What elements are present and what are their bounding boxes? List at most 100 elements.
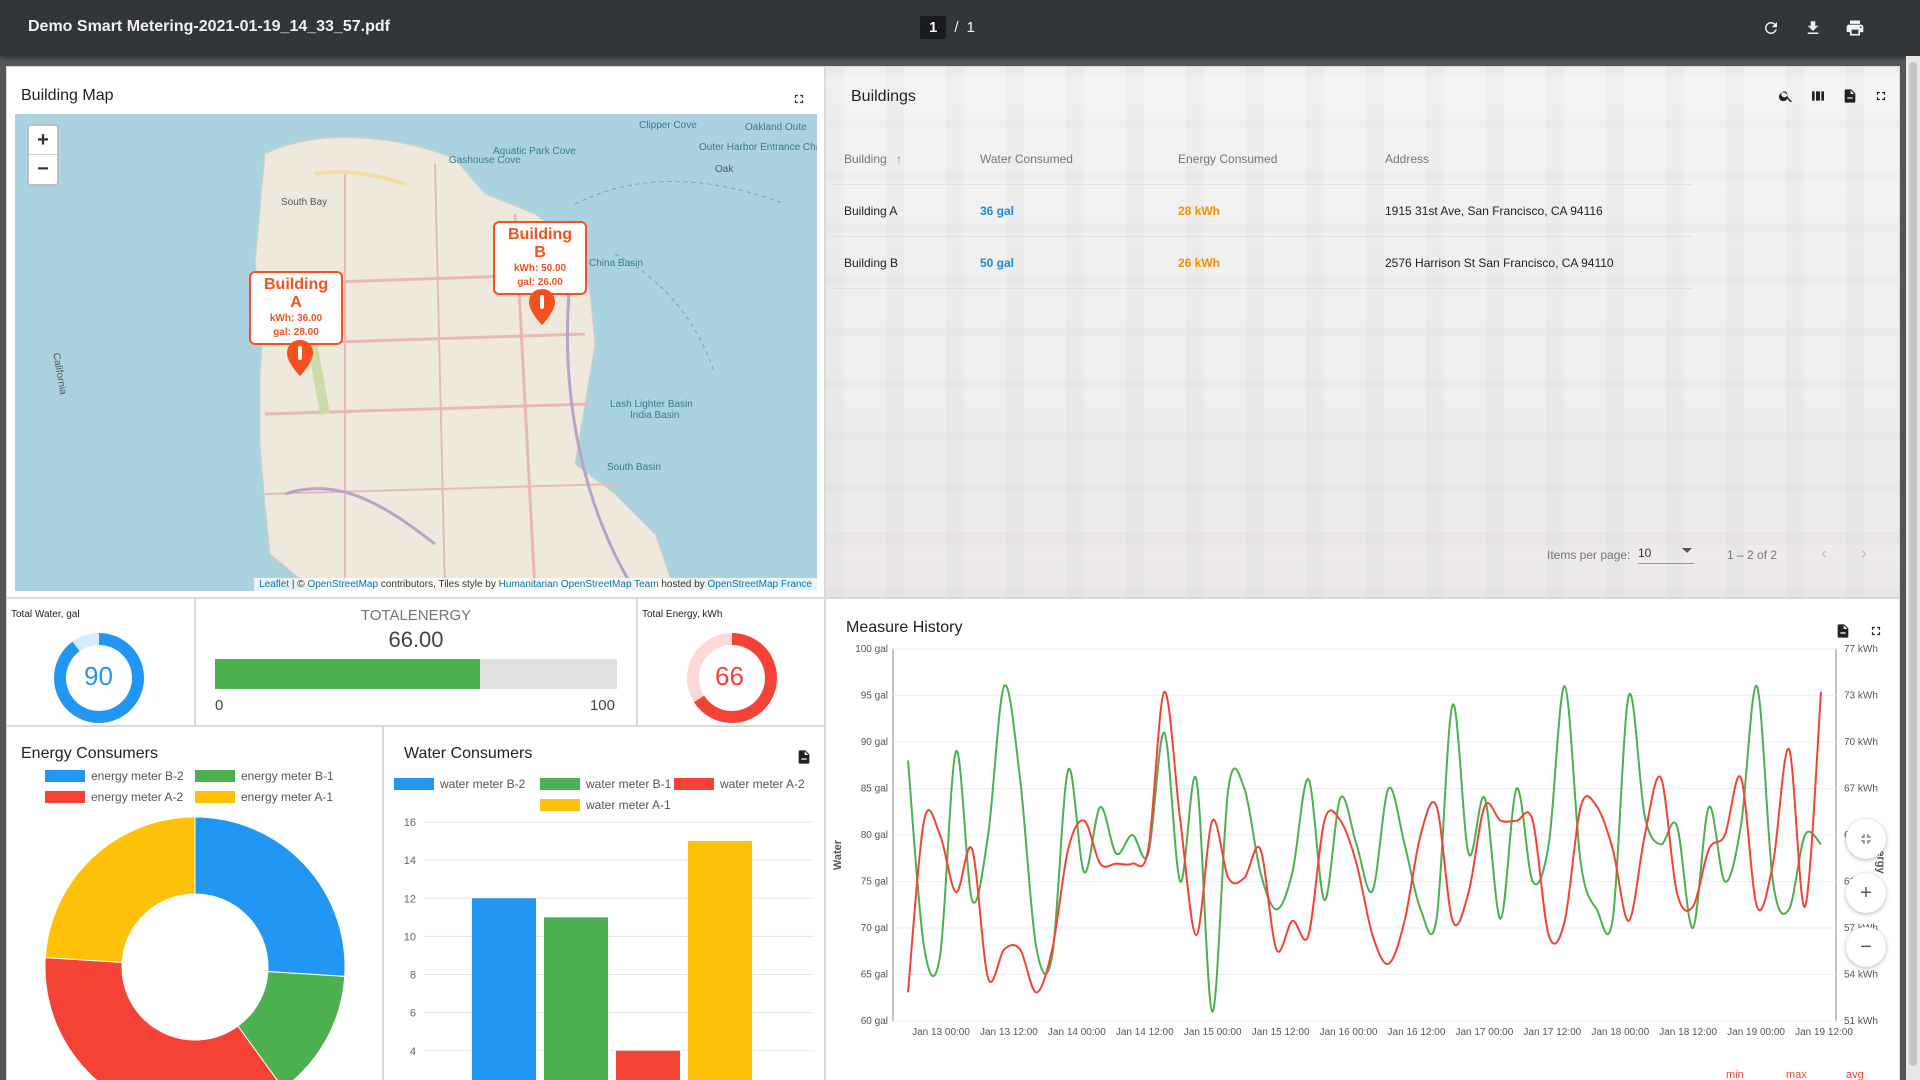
bar: [544, 917, 608, 1080]
table-row[interactable]: Building A 36 gal 28 kWh 1915 31st Ave, …: [832, 185, 1692, 237]
reset-zoom-button[interactable]: [1846, 819, 1886, 859]
total-water-value: 90: [84, 661, 113, 691]
table-fullscreen-button[interactable]: [1871, 86, 1891, 106]
rotate-button[interactable]: [1758, 15, 1784, 41]
column-header-water[interactable]: Water Consumed: [980, 152, 1073, 166]
search-icon: [1778, 91, 1792, 103]
map-fullscreen-button[interactable]: [789, 89, 809, 109]
marker-name: Building B: [508, 226, 572, 261]
map-place-label: Lash Lighter Basin: [610, 399, 693, 410]
measure-history-card: Measure History 100 gal 95 gal 90 gal 85 ga…: [825, 598, 1900, 1080]
y-tick-label: 90 gal: [861, 737, 888, 748]
total-energy-bar-title: TOTALENERGY: [360, 607, 472, 624]
footer-avg-label: avg: [1846, 1069, 1864, 1080]
y-tick-label: 14: [404, 855, 416, 867]
chevron-right-icon: [1862, 550, 1867, 558]
table-export-button[interactable]: [1840, 86, 1860, 106]
print-icon: [1846, 20, 1864, 36]
osm-link[interactable]: OpenStreetMap: [307, 579, 378, 590]
table-columns-button[interactable]: [1808, 86, 1828, 106]
progress-track: [215, 659, 617, 689]
map-marker-building-b[interactable]: [527, 287, 557, 332]
download-button[interactable]: [1800, 15, 1826, 41]
page-number-input[interactable]: 1: [920, 16, 947, 39]
column-header-energy[interactable]: Energy Consumed: [1178, 152, 1277, 166]
y-tick-label: 75 gal: [861, 877, 888, 888]
exit-fullscreen-icon: [1861, 834, 1871, 844]
marker-popup-building-a[interactable]: Building A kWh: 36.00 gal: 28.00: [249, 271, 343, 345]
total-energy-title: Total Energy, kWh: [642, 609, 723, 620]
hot-link[interactable]: Humanitarian OpenStreetMap Team: [499, 579, 659, 590]
cell-water: 36 gal: [980, 204, 1015, 218]
map-zoom-out-button[interactable]: −: [29, 155, 57, 184]
print-button[interactable]: [1842, 15, 1868, 41]
scrollbar-thumb[interactable]: [1909, 62, 1917, 1066]
osm-france-link[interactable]: OpenStreetMap France: [708, 579, 813, 590]
cell-energy: 26 kWh: [1178, 256, 1221, 270]
total-energy-card: Total Energy, kWh 66: [637, 598, 825, 726]
map-place-label: Clipper Cove: [639, 120, 697, 131]
y-tick-label: 60 gal: [861, 1016, 888, 1027]
map-pin-icon: [287, 340, 313, 376]
column-header-building[interactable]: Building ↑: [844, 152, 902, 166]
x-tick-label: Jan 17 12:00: [1523, 1027, 1581, 1038]
y2-tick-label: 51 kWh: [1844, 1016, 1878, 1027]
map-place-label: China Basin: [589, 258, 643, 269]
leaflet-link[interactable]: Leaflet: [259, 579, 289, 590]
items-per-page-select[interactable]: 10: [1638, 546, 1694, 564]
y-tick-label: 10: [404, 931, 416, 943]
energy-donut-chart: [44, 816, 346, 1080]
buildings-card: Buildings Building ↑ Water Consumed Ener…: [825, 66, 1900, 598]
chart-zoom-out-button[interactable]: −: [1846, 927, 1886, 967]
map-zoom-in-button[interactable]: +: [29, 126, 57, 155]
map-place-label: Outer Harbor Entrance Char: [699, 142, 817, 153]
y2-tick-label: 77 kWh: [1844, 644, 1878, 655]
cell-building: Building B: [844, 256, 899, 270]
marker-popup-building-b[interactable]: Building B kWh: 50.00 gal: 26.00: [493, 221, 587, 295]
map-place-label: Gashouse Cove: [449, 155, 521, 166]
buildings-title: Buildings: [851, 88, 916, 105]
total-water-title: Total Water, gal: [11, 609, 80, 620]
download-icon: [1807, 21, 1819, 34]
water-bar-chart: 161412108642: [404, 817, 814, 1080]
x-tick-label: Jan 19 00:00: [1727, 1027, 1785, 1038]
y-tick-label: 70 gal: [861, 923, 888, 934]
y-tick-label: 8: [410, 970, 416, 982]
y-tick-label: 85 gal: [861, 784, 888, 795]
map-view[interactable]: Clipper Cove Oakland Oute Outer Harbor E…: [15, 114, 817, 591]
map-place-label: South Basin: [607, 462, 661, 473]
page-total: 1: [966, 19, 975, 36]
previous-page-button[interactable]: [1814, 544, 1834, 564]
map-marker-building-a[interactable]: [285, 338, 315, 383]
x-tick-label: Jan 18 00:00: [1591, 1027, 1649, 1038]
y2-tick-label: 70 kWh: [1844, 737, 1878, 748]
cell-water: 50 gal: [980, 256, 1015, 270]
y-tick-label: 12: [404, 893, 416, 905]
x-tick-label: Jan 15 12:00: [1252, 1027, 1310, 1038]
attribution-text: | ©: [291, 579, 305, 590]
building-map-card: Building Map Clipper Cove Oakland Oute O…: [6, 66, 825, 598]
page-scrollbar[interactable]: [1906, 56, 1920, 1080]
items-per-page-label: Items per page:: [1547, 548, 1631, 562]
items-per-page-value: 10: [1638, 546, 1652, 560]
pdf-page: Building Map Clipper Cove Oakland Oute O…: [6, 66, 1900, 1080]
total-energy-value: 66: [715, 661, 744, 691]
attribution-text: hosted by: [661, 579, 705, 590]
measure-history-chart: 100 gal 95 gal 90 gal 85 gal 80 gal 75 gal 70 …: [855, 644, 1878, 1038]
column-header-address[interactable]: Address: [1385, 152, 1429, 166]
building-map-title: Building Map: [21, 87, 114, 104]
chart-zoom-in-button[interactable]: +: [1846, 873, 1886, 913]
footer-max-label: max: [1786, 1069, 1807, 1080]
next-page-button[interactable]: [1854, 544, 1874, 564]
cell-energy: 28 kWh: [1178, 204, 1221, 218]
pdf-viewer: Demo Smart Metering-2021-01-19_14_33_57.…: [0, 0, 1920, 1080]
x-tick-label: Jan 16 00:00: [1320, 1027, 1378, 1038]
x-tick-label: Jan 18 12:00: [1659, 1027, 1717, 1038]
y2-tick-label: 73 kWh: [1844, 691, 1878, 702]
table-row[interactable]: Building B 50 gal 26 kWh 2576 Harrison S…: [832, 237, 1692, 289]
table-search-button[interactable]: [1776, 86, 1796, 106]
map-place-label: South Bay: [281, 197, 328, 208]
x-tick-label: Jan 14 12:00: [1116, 1027, 1174, 1038]
attribution-text: contributors, Tiles style by: [380, 579, 496, 590]
x-tick-label: Jan 14 00:00: [1048, 1027, 1106, 1038]
